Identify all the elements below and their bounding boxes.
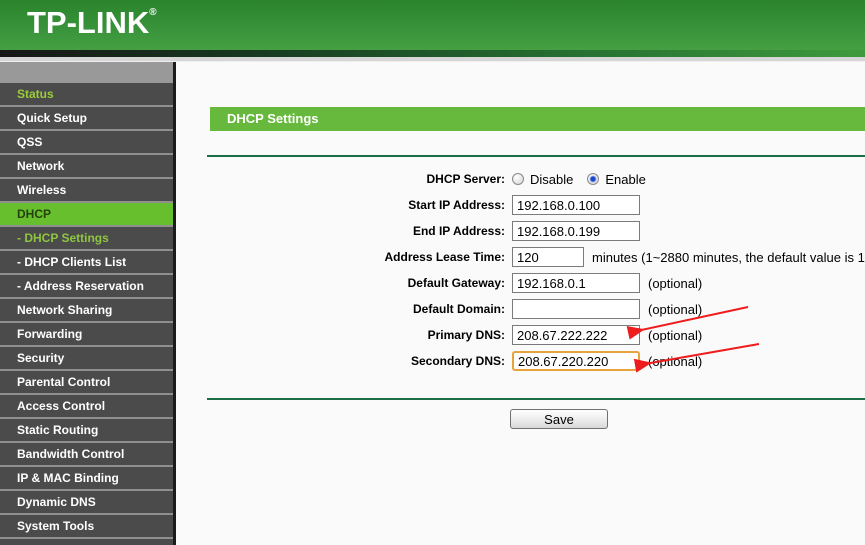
form-row-default-gateway: Default Gateway: (optional) — [179, 270, 865, 296]
header-banner: TP-LINK® — [0, 0, 865, 50]
sidebar-item-network-sharing[interactable]: Network Sharing — [0, 299, 173, 321]
default-domain-label: Default Domain: — [412, 302, 505, 316]
primary-dns-hint: (optional) — [648, 327, 703, 343]
form-row-secondary-dns: Secondary DNS: (optional) — [179, 348, 865, 374]
dhcp-server-disable-radio[interactable] — [512, 173, 524, 185]
dhcp-server-disable-label: Disable — [530, 171, 574, 187]
form-row-primary-dns: Primary DNS: (optional) — [179, 322, 865, 348]
sidebar-item-status[interactable]: Status — [0, 83, 173, 105]
sidebar-item-forwarding[interactable]: Forwarding — [0, 323, 173, 345]
sidebar-filler — [0, 539, 173, 545]
default-gateway-hint: (optional) — [648, 275, 703, 291]
lease-time-input[interactable] — [512, 247, 584, 267]
dhcp-server-enable-radio[interactable] — [587, 173, 600, 185]
dhcp-settings-form: DHCP Server: Disable Enable Start IP Add… — [179, 166, 865, 374]
sidebar-item-qss[interactable]: QSS — [0, 131, 173, 153]
sidebar-item-dynamic-dns[interactable]: Dynamic DNS — [0, 491, 173, 513]
save-button[interactable]: Save — [510, 409, 608, 429]
logo-text: TP-LINK — [27, 5, 150, 40]
end-ip-label: End IP Address: — [412, 224, 505, 238]
default-gateway-input[interactable] — [512, 273, 640, 293]
sidebar-item-dhcp-settings[interactable]: - DHCP Settings — [0, 227, 173, 249]
separator-top — [207, 155, 865, 157]
sidebar-menu: Status Quick Setup QSS Network Wireless … — [0, 62, 176, 545]
tp-link-logo: TP-LINK® — [27, 5, 157, 41]
sidebar-item-parental-control[interactable]: Parental Control — [0, 371, 173, 393]
sidebar-item-network[interactable]: Network — [0, 155, 173, 177]
primary-dns-label: Primary DNS: — [427, 328, 505, 342]
dhcp-server-enable-label: Enable — [605, 171, 646, 187]
secondary-dns-label: Secondary DNS: — [410, 354, 505, 368]
sidebar-item-quick-setup[interactable]: Quick Setup — [0, 107, 173, 129]
dhcp-server-label: DHCP Server: — [426, 172, 505, 186]
form-row-start-ip: Start IP Address: — [179, 192, 865, 218]
sidebar-item-system-tools[interactable]: System Tools — [0, 515, 173, 537]
form-row-end-ip: End IP Address: — [179, 218, 865, 244]
header-divider-band — [0, 50, 865, 57]
separator-bottom — [207, 398, 865, 400]
sidebar-item-dhcp[interactable]: DHCP — [0, 203, 173, 225]
secondary-dns-hint: (optional) — [648, 353, 703, 369]
form-row-lease-time: Address Lease Time: minutes (1~2880 minu… — [179, 244, 865, 270]
sidebar-item-address-reservation[interactable]: - Address Reservation — [0, 275, 173, 297]
end-ip-input[interactable] — [512, 221, 640, 241]
sidebar-item-access-control[interactable]: Access Control — [0, 395, 173, 417]
default-gateway-label: Default Gateway: — [407, 276, 505, 290]
sidebar-item-security[interactable]: Security — [0, 347, 173, 369]
sidebar-top-strip — [0, 62, 173, 83]
lease-time-hint: minutes (1~2880 minutes, the default val… — [592, 249, 865, 265]
sidebar-item-ip-mac-binding[interactable]: IP & MAC Binding — [0, 467, 173, 489]
form-row-default-domain: Default Domain: (optional) — [179, 296, 865, 322]
registered-mark: ® — [149, 7, 157, 18]
sidebar-item-dhcp-clients-list[interactable]: - DHCP Clients List — [0, 251, 173, 273]
start-ip-input[interactable] — [512, 195, 640, 215]
router-admin-page: TP-LINK® Status Quick Setup QSS Network … — [0, 0, 865, 545]
primary-dns-input[interactable] — [512, 325, 640, 345]
default-domain-hint: (optional) — [648, 301, 703, 317]
sidebar-item-bandwidth-control[interactable]: Bandwidth Control — [0, 443, 173, 465]
default-domain-input[interactable] — [512, 299, 640, 319]
form-row-dhcp-server: DHCP Server: Disable Enable — [179, 166, 865, 192]
page-title: DHCP Settings — [210, 107, 865, 131]
main-content: DHCP Settings DHCP Server: Disable Enabl… — [179, 62, 865, 545]
secondary-dns-input[interactable] — [512, 351, 640, 371]
sidebar-item-static-routing[interactable]: Static Routing — [0, 419, 173, 441]
start-ip-label: Start IP Address: — [408, 198, 505, 212]
lease-time-label: Address Lease Time: — [384, 250, 506, 264]
sidebar-item-wireless[interactable]: Wireless — [0, 179, 173, 201]
